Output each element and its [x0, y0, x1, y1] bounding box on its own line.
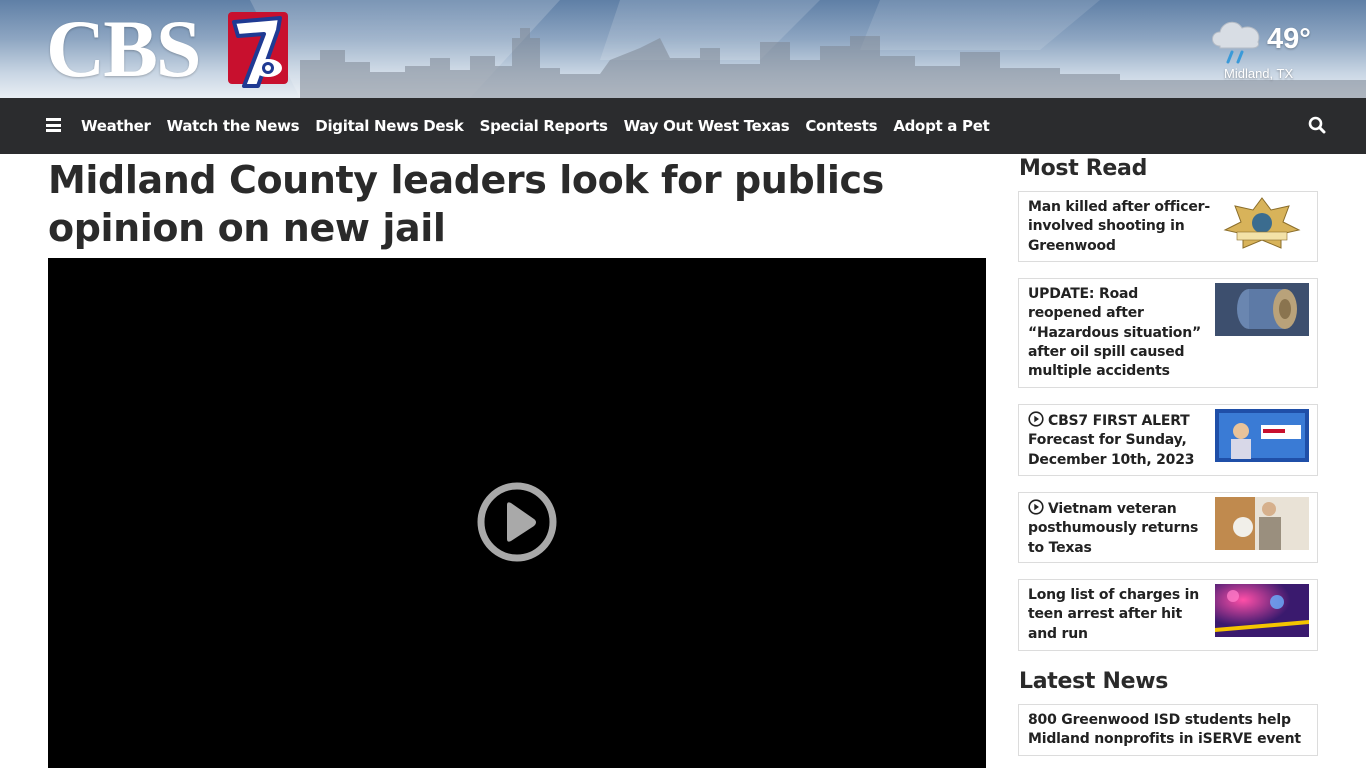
cbs7-logo[interactable]: CBS	[46, 8, 296, 92]
most-read-item-title: UPDATE: Road reopened after “Hazardous s…	[1028, 286, 1201, 380]
nav-item-adopt-a-pet[interactable]: Adopt a Pet	[893, 117, 989, 135]
play-circle-icon	[1028, 411, 1044, 427]
most-read-item-title: Long list of charges in teen arrest afte…	[1028, 587, 1199, 642]
article-headline: Midland County leaders look for publics …	[48, 158, 884, 250]
weather-widget[interactable]: 49° Midland, TX	[1206, 14, 1326, 86]
weather-location: Midland, TX	[1224, 66, 1294, 81]
latest-news-heading: Latest News	[1019, 669, 1169, 694]
most-read-heading: Most Read	[1019, 156, 1148, 181]
most-read-item[interactable]: UPDATE: Road reopened after “Hazardous s…	[1018, 278, 1318, 388]
cbs-eye-seven-icon	[228, 12, 288, 88]
most-read-item-title: Vietnam veteran posthumously returns to …	[1028, 499, 1214, 558]
most-read-item[interactable]: Vietnam veteran posthumously returns to …	[1018, 492, 1318, 563]
nav-list: Weather Watch the News Digital News Desk…	[81, 98, 1005, 154]
forecast-anchor-thumbnail	[1215, 409, 1309, 462]
most-read-item-title: Man killed after officer-involved shooti…	[1028, 199, 1210, 254]
header-banner: CBS 49° Midland, TX	[0, 0, 1366, 98]
video-player[interactable]	[48, 258, 986, 768]
latest-news-item-title: 800 Greenwood ISD students help Midland …	[1028, 712, 1301, 748]
most-read-item[interactable]: CBS7 FIRST ALERT Forecast for Sunday, De…	[1018, 404, 1318, 476]
latest-news-item[interactable]: 800 Greenwood ISD students help Midland …	[1018, 704, 1318, 756]
logo-text: CBS	[46, 3, 202, 94]
most-read-item[interactable]: Man killed after officer-involved shooti…	[1018, 191, 1318, 262]
oil-barrels-thumbnail	[1215, 283, 1309, 336]
nav-item-special-reports[interactable]: Special Reports	[480, 117, 608, 135]
nav-item-way-out-west-texas[interactable]: Way Out West Texas	[624, 117, 790, 135]
nav-item-weather[interactable]: Weather	[81, 117, 151, 135]
veteran-photo-thumbnail	[1215, 497, 1309, 550]
search-icon[interactable]	[1308, 116, 1326, 134]
most-read-item-title-text: CBS7 FIRST ALERT Forecast for Sunday, De…	[1028, 413, 1195, 468]
most-read-item[interactable]: Long list of charges in teen arrest afte…	[1018, 579, 1318, 651]
rain-cloud-icon	[1212, 21, 1260, 64]
most-read-item-title: CBS7 FIRST ALERT Forecast for Sunday, De…	[1028, 411, 1214, 470]
main-nav: Weather Watch the News Digital News Desk…	[0, 98, 1366, 154]
play-circle-icon	[1028, 499, 1044, 515]
hamburger-menu-icon[interactable]	[46, 118, 61, 132]
nav-item-contests[interactable]: Contests	[805, 117, 877, 135]
sheriff-badge-thumbnail	[1215, 196, 1309, 249]
nav-item-watch-the-news[interactable]: Watch the News	[167, 117, 300, 135]
play-circle-icon[interactable]	[476, 481, 558, 563]
weather-temperature: 49°	[1267, 23, 1311, 55]
police-lights-thumbnail	[1215, 584, 1309, 637]
most-read-item-title-text: Vietnam veteran posthumously returns to …	[1028, 501, 1199, 556]
nav-item-digital-news-desk[interactable]: Digital News Desk	[315, 117, 464, 135]
